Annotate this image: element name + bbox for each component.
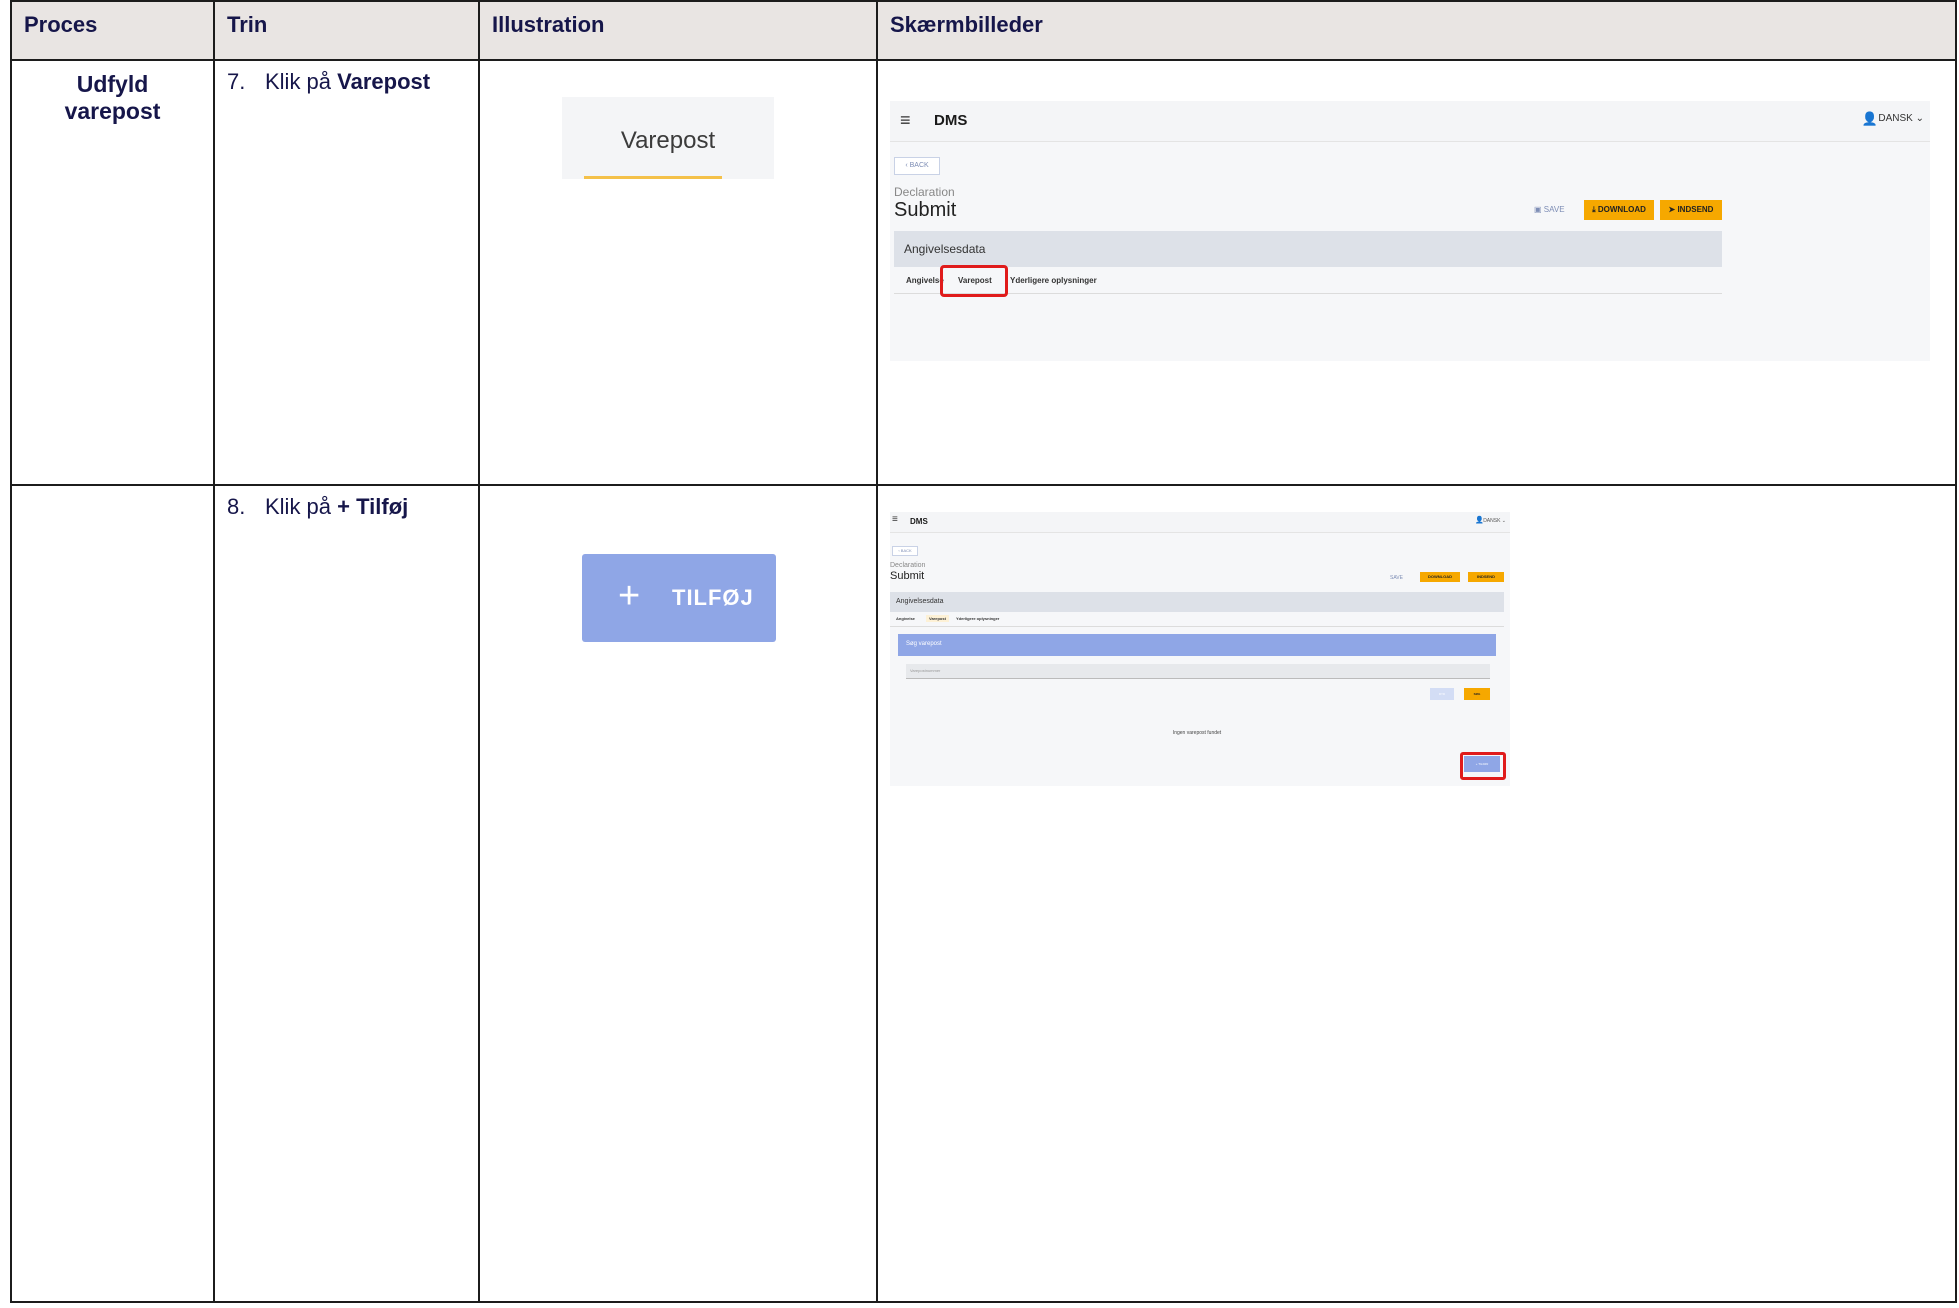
step-number: 7. [227,69,246,94]
plus-icon: + [618,575,641,617]
language-select[interactable]: DANSK ⌄ [1483,518,1506,524]
instruction-table: Proces Trin Illustration Skærmbilleder U… [10,0,1957,1303]
back-button[interactable]: ‹ BACK [894,157,940,175]
hamburger-menu-icon[interactable]: ≡ [900,110,911,131]
step-cell: 8. Klik på + Tilføj [213,484,480,1303]
screenshot-tilfoj: ≡ DMS 👤 DANSK ⌄ ‹ BACK Declaration Submi… [890,512,1510,786]
header-illustration: Illustration [478,0,878,61]
varepost-search-input[interactable]: Varepostnummer [906,664,1490,679]
step-number: 8. [227,494,246,519]
step-instruction: 7. Klik på Varepost [215,61,478,95]
highlight-box [940,265,1008,297]
language-select[interactable]: DANSK ⌄ [1878,113,1924,124]
active-tab-underline [584,176,722,179]
tab-bar: Angivelse Varepost Yderligere oplysninge… [894,267,1722,294]
process-label: Udfyld varepost [64,71,161,124]
add-button-illustration: + TILFØJ [582,554,776,642]
screenshot-varepost: ≡ DMS 👤 DANSK ⌄ ‹ BACK Declaration Submi… [890,101,1930,361]
tab-angivelse[interactable]: Angivelse [896,616,915,621]
header-skaermbilleder: Skærmbilleder [876,0,1957,61]
empty-state-message: Ingen varepost fundet [1172,730,1222,736]
clear-button[interactable]: RYD [1430,688,1454,700]
highlight-box [1460,752,1506,780]
save-button[interactable]: SAVE [1390,575,1403,581]
download-button[interactable]: DOWNLOAD [1420,572,1460,582]
process-cell: Udfyld varepost [10,59,215,486]
table-row: 8. Klik på + Tilføj + TILFØJ ≡ DMS 👤 DANS… [10,484,1957,1303]
panel-title: Angivelsesdata [896,598,944,605]
step-instruction: 8. Klik på + Tilføj [215,486,478,520]
send-button[interactable]: INDSEND [1468,572,1504,582]
breadcrumb: Declaration [894,185,955,199]
search-button[interactable]: SØG [1464,688,1490,700]
header-row: Proces Trin Illustration Skærmbilleder [10,0,1957,61]
user-icon[interactable]: 👤 [1862,111,1878,127]
search-section-header: Søg varepost [898,634,1496,656]
page-title: Submit [890,570,925,582]
send-button[interactable]: ➤ INDSEND [1660,200,1722,220]
tab-varepost[interactable]: Varepost [926,615,949,622]
app-brand: DMS [934,112,968,129]
screenshot-cell: ≡ DMS 👤 DANSK ⌄ ‹ BACK Declaration Submi… [876,59,1957,486]
step-bold: Varepost [337,69,431,94]
add-label: TILFØJ [672,585,754,610]
panel-header: Angivelsesdata [894,231,1722,267]
app-topbar: ≡ DMS 👤 DANSK ⌄ [890,512,1510,533]
tab-bar: Angivelse Varepost Yderligere oplysninge… [890,612,1504,627]
page-title: Submit [894,199,957,221]
step-text: Klik på [265,69,338,94]
varepost-tab-illustration: Varepost [562,97,774,179]
panel-header: Angivelsesdata [890,592,1504,612]
app-brand: DMS [910,517,928,526]
table-row: Udfyld varepost 7. Klik på Varepost Varepo… [10,59,1957,486]
back-button[interactable]: ‹ BACK [892,546,918,556]
tab-yderligere[interactable]: Yderligere oplysninger [1010,276,1097,285]
screenshot-cell: ≡ DMS 👤 DANSK ⌄ ‹ BACK Declaration Submi… [876,484,1957,1303]
tab-angivelse[interactable]: Angivelse [906,276,944,285]
step-cell: 7. Klik på Varepost [213,59,480,486]
save-button[interactable]: ▣ SAVE [1534,205,1565,214]
varepost-tab-label: Varepost [620,127,716,154]
panel-title: Angivelsesdata [904,242,986,256]
header-proces: Proces [10,0,215,61]
hamburger-menu-icon[interactable]: ≡ [892,514,898,525]
illustration-cell: + TILFØJ [478,484,878,1303]
process-label [12,486,213,496]
save-icon: ▣ [1534,205,1544,214]
step-text: Klik på [265,494,338,519]
download-button[interactable]: ⤓ DOWNLOAD [1584,200,1654,220]
app-topbar: ≡ DMS 👤 DANSK ⌄ [890,101,1930,142]
search-section-title: Søg varepost [906,641,942,647]
header-trin: Trin [213,0,480,61]
process-cell [10,484,215,1303]
step-bold: + Tilføj [337,494,409,519]
tab-yderligere[interactable]: Yderligere oplysninger [956,616,999,621]
illustration-cell: Varepost [478,59,878,486]
search-placeholder: Varepostnummer [910,668,941,673]
breadcrumb: Declaration [890,562,926,569]
